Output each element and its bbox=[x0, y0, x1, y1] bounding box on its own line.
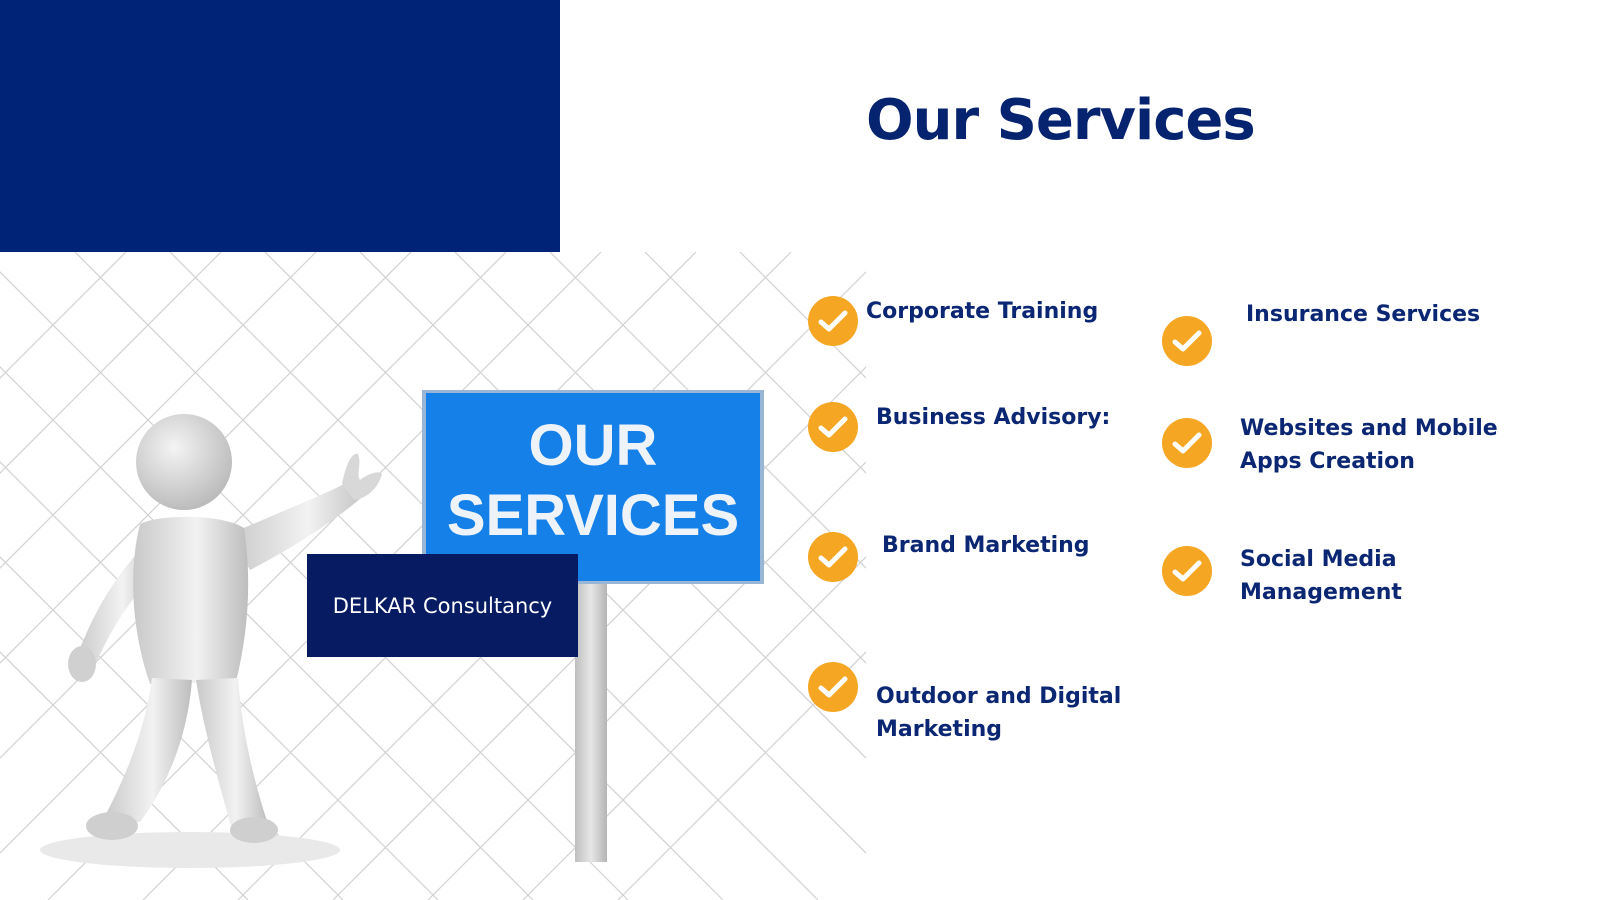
check-circle-icon bbox=[1162, 546, 1212, 596]
company-badge: DELKAR Consultancy bbox=[307, 554, 578, 657]
service-item-social-media-management: Social Media Management bbox=[1162, 546, 1402, 609]
service-label-line2: Management bbox=[1240, 580, 1402, 605]
service-label-line2: Marketing bbox=[876, 717, 1003, 742]
service-label-line1: Business Advisory: bbox=[876, 405, 1111, 430]
service-label-line2: Apps Creation bbox=[1240, 449, 1415, 474]
service-label-line1: Social Media bbox=[1240, 547, 1397, 572]
service-label-line1: Corporate Training bbox=[866, 299, 1099, 324]
sign-text-line1: OUR bbox=[529, 413, 658, 478]
check-circle-icon bbox=[1162, 418, 1212, 468]
service-label-line1: Insurance Services bbox=[1246, 302, 1481, 327]
sign-text-line2: SERVICES bbox=[447, 483, 739, 548]
service-label-line1: Websites and Mobile bbox=[1240, 416, 1498, 441]
page-title: Our Services bbox=[866, 88, 1256, 153]
service-label-line1: Outdoor and Digital bbox=[876, 684, 1122, 709]
check-circle-icon bbox=[808, 662, 858, 712]
service-item-outdoor-digital-marketing: Outdoor and Digital Marketing bbox=[808, 662, 1121, 746]
service-item-websites-mobile-apps: Websites and Mobile Apps Creation bbox=[1162, 416, 1498, 478]
service-item-corporate-training: Corporate Training bbox=[808, 296, 1098, 346]
navy-header-block bbox=[0, 0, 560, 252]
service-item-brand-marketing: Brand Marketing bbox=[808, 532, 1090, 582]
check-circle-icon bbox=[808, 402, 858, 452]
service-label-line1: Brand Marketing bbox=[882, 533, 1090, 558]
check-circle-icon bbox=[808, 296, 858, 346]
sign-pole bbox=[575, 572, 607, 862]
check-circle-icon bbox=[1162, 316, 1212, 366]
floor-shadow bbox=[40, 832, 340, 868]
service-item-insurance-services: Insurance Services bbox=[1162, 302, 1480, 366]
check-circle-icon bbox=[808, 532, 858, 582]
service-item-business-advisory: Business Advisory: bbox=[808, 402, 1110, 452]
